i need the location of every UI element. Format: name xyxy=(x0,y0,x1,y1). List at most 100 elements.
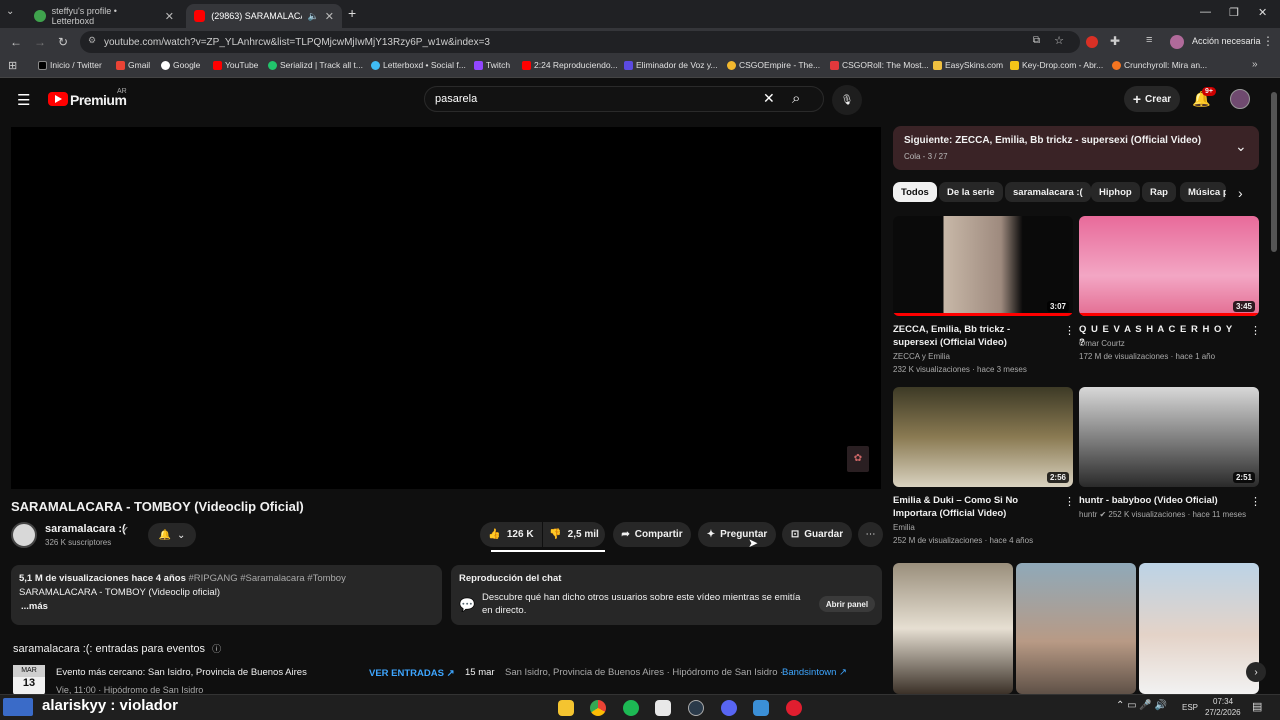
close-window-icon[interactable]: ✕ xyxy=(1258,6,1267,19)
clock-date[interactable]: 27/2/2026 xyxy=(1205,708,1241,717)
channel-watermark-icon[interactable]: ✿ xyxy=(847,446,869,472)
bookmark-easyskins[interactable]: EasySkins.com xyxy=(933,60,1003,70)
spotify-icon[interactable] xyxy=(623,700,639,716)
tray-icons[interactable]: ⌃ ▭ 🎤 🔊 xyxy=(1116,700,1167,711)
media-control-icon[interactable]: ≡ xyxy=(1146,34,1152,46)
video-thumbnail[interactable]: 2:56 xyxy=(893,387,1073,487)
chrome-icon[interactable] xyxy=(590,700,606,716)
chips-next-icon[interactable]: › xyxy=(1238,185,1243,201)
notification-center-icon[interactable]: ▤ xyxy=(1252,700,1262,713)
bookmark-keydrop[interactable]: Key-Drop.com - Abr... xyxy=(1010,60,1103,70)
video-menu-icon[interactable]: ⋮ xyxy=(1064,495,1075,508)
video-menu-icon[interactable]: ⋮ xyxy=(1064,324,1075,337)
profile-avatar-icon[interactable] xyxy=(1170,35,1184,49)
bookmark-google[interactable]: Google xyxy=(161,60,200,70)
clock-time[interactable]: 07:34 xyxy=(1213,697,1233,706)
bookmark-playing[interactable]: 2:24 Reproduciendo... xyxy=(522,60,618,70)
tickets-link[interactable]: VER ENTRADAS ↗ xyxy=(369,668,455,679)
expand-queue-icon[interactable]: ⌄ xyxy=(1235,138,1247,155)
new-tab-button[interactable]: + xyxy=(348,5,356,21)
bookmark-serializd[interactable]: Serializd | Track all t... xyxy=(268,60,363,70)
video-channel[interactable]: huntr xyxy=(1079,510,1097,519)
ask-button[interactable]: ✦ Preguntar xyxy=(698,522,776,547)
video-title-link[interactable]: huntr - babyboo (Video Oficial) xyxy=(1079,494,1243,507)
app-window-icon[interactable] xyxy=(753,700,769,716)
tab-youtube[interactable]: (29863) SARAMALACARA - 🔈 ✕ xyxy=(186,4,342,28)
video-thumbnail[interactable]: 3:07 xyxy=(893,216,1073,316)
clear-search-icon[interactable]: ✕ xyxy=(763,90,775,107)
apps-grid-icon[interactable]: ⊞ xyxy=(8,59,17,72)
video-thumbnail[interactable]: 3:45 xyxy=(1079,216,1259,316)
share-button[interactable]: ➦ Compartir xyxy=(613,522,691,547)
file-explorer-icon[interactable] xyxy=(558,700,574,716)
subscribed-bell-button[interactable]: 🔔 ⌄ xyxy=(148,523,196,547)
chip-saramalacara[interactable]: saramalacara :( xyxy=(1005,182,1091,202)
like-button[interactable]: 👍 126 K xyxy=(480,522,542,547)
action-needed-button[interactable]: Acción necesaria xyxy=(1192,36,1261,46)
url-bar[interactable]: ⚙ youtube.com/watch?v=ZP_YLAnhrcw&list=T… xyxy=(80,31,1080,53)
short-thumbnail[interactable] xyxy=(1016,563,1136,694)
search-input[interactable]: pasarela ✕ xyxy=(424,86,824,112)
tab-letterboxd[interactable]: steffyu's profile • Letterboxd ✕ xyxy=(26,4,182,28)
close-tab-icon[interactable]: ✕ xyxy=(325,10,334,23)
chip-rap[interactable]: Rap xyxy=(1142,182,1176,202)
reload-icon[interactable]: ↻ xyxy=(58,35,68,49)
minimize-icon[interactable]: — xyxy=(1200,6,1211,18)
show-more-link[interactable]: ...más xyxy=(21,601,48,612)
bookmark-letterboxd[interactable]: Letterboxd • Social f... xyxy=(371,60,466,70)
voice-search-button[interactable]: 🎙 xyxy=(832,85,862,115)
install-icon[interactable]: ⧉ xyxy=(1033,35,1040,46)
bookmark-twitch[interactable]: Twitch xyxy=(474,60,510,70)
chip-all[interactable]: Todos xyxy=(893,182,937,202)
video-title-link[interactable]: ZECCA, Emilia, Bb trickz - supersexi (Of… xyxy=(893,323,1057,349)
bookmark-youtube[interactable]: YouTube xyxy=(213,60,258,70)
shorts-next-button[interactable]: › xyxy=(1246,662,1266,682)
video-channel[interactable]: ZECCA y Emilia xyxy=(893,350,950,363)
bookmark-star-icon[interactable]: ☆ xyxy=(1054,34,1064,47)
close-tab-icon[interactable]: ✕ xyxy=(165,10,174,23)
video-thumbnail[interactable]: 2:51 xyxy=(1079,387,1259,487)
more-actions-button[interactable]: ⋯ xyxy=(858,522,883,547)
bookmark-csgoroll[interactable]: CSGORoll: The Most... xyxy=(830,60,929,70)
bookmark-voice-remover[interactable]: Eliminador de Voz y... xyxy=(624,60,718,70)
video-menu-icon[interactable]: ⋮ xyxy=(1250,495,1261,508)
video-title-link[interactable]: Emilia & Duki – Como Si No Importara (Of… xyxy=(893,494,1057,520)
maximize-icon[interactable]: ❐ xyxy=(1229,6,1239,19)
bookmark-csgoempire[interactable]: CSGOEmpire - The... xyxy=(727,60,820,70)
description-box[interactable]: 5,1 M de visualizaciones hace 4 años #RI… xyxy=(11,565,442,625)
steam-icon[interactable] xyxy=(688,700,704,716)
info-icon[interactable]: ⓘ xyxy=(212,644,221,654)
tab-search-button[interactable]: ⌄ xyxy=(6,6,14,17)
queue-panel[interactable]: Siguiente: ZECCA, Emilia, Bb trickz - su… xyxy=(893,126,1259,170)
red-app-icon[interactable] xyxy=(786,700,802,716)
site-info-icon[interactable]: ⚙ xyxy=(88,35,96,46)
short-thumbnail[interactable] xyxy=(1139,563,1259,694)
video-channel[interactable]: Omar Courtz xyxy=(1079,337,1125,350)
speaker-icon[interactable]: 🔈 xyxy=(308,11,319,22)
browser-menu-icon[interactable]: ⋮ xyxy=(1262,34,1274,48)
chip-hiphop[interactable]: Hiphop xyxy=(1091,182,1140,202)
open-panel-button[interactable]: Abrir panel xyxy=(819,596,875,612)
language-indicator[interactable]: ESP xyxy=(1182,703,1198,712)
account-avatar[interactable] xyxy=(1230,89,1250,109)
video-menu-icon[interactable]: ⋮ xyxy=(1250,324,1261,337)
search-icon[interactable]: ⌕ xyxy=(792,90,800,107)
chip-music[interactable]: Música p xyxy=(1180,182,1226,202)
bookmark-gmail[interactable]: Gmail xyxy=(116,60,150,70)
save-button[interactable]: ⊡ Guardar xyxy=(782,522,852,547)
bookmark-twitter[interactable]: Inicio / Twitter xyxy=(38,60,102,70)
hashtags[interactable]: #RIPGANG #Saramalacara #Tomboy xyxy=(189,573,346,584)
chip-series[interactable]: De la serie xyxy=(939,182,1003,202)
create-button[interactable]: + Crear xyxy=(1124,86,1180,112)
dislike-button[interactable]: 👎 2,5 mil xyxy=(543,522,605,547)
more-bookmarks-icon[interactable]: » xyxy=(1252,59,1258,70)
bandsintown-link[interactable]: Bandsintown ↗ xyxy=(782,667,847,678)
bookmark-crunchyroll[interactable]: Crunchyroll: Mira an... xyxy=(1112,60,1207,70)
video-player[interactable]: ✿ xyxy=(11,127,881,489)
channel-name[interactable]: saramalacara :( xyxy=(45,523,126,535)
notepad-icon[interactable] xyxy=(655,700,671,716)
forward-icon[interactable]: → xyxy=(34,35,46,49)
page-scrollbar[interactable] xyxy=(1271,92,1277,252)
event-title[interactable]: Evento más cercano: San Isidro, Provinci… xyxy=(56,667,307,678)
channel-avatar[interactable] xyxy=(11,522,37,548)
